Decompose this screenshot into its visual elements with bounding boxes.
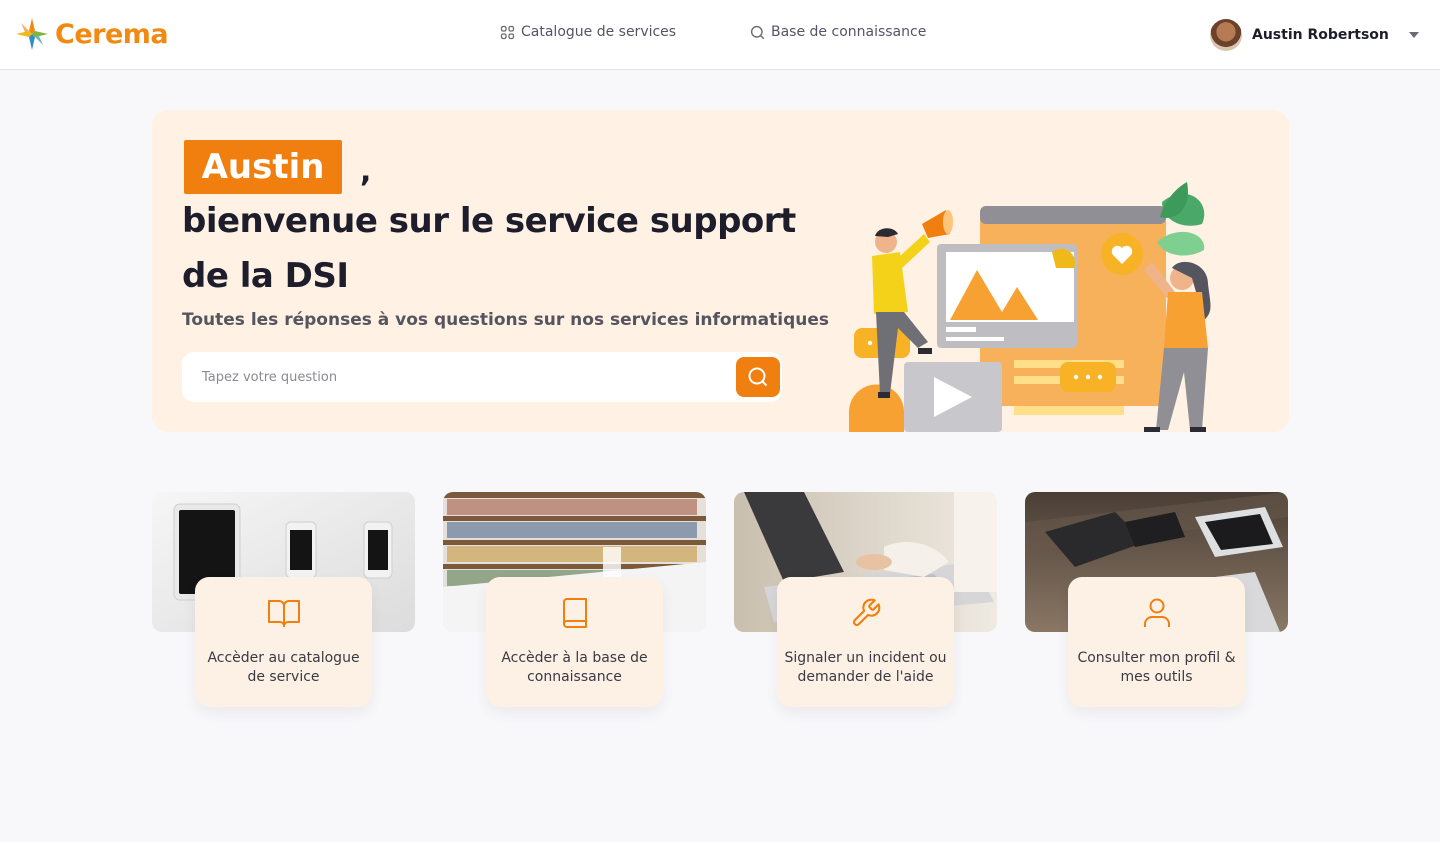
card-profile-label: Consulter mon profil & mes outils <box>1077 650 1236 685</box>
user-menu[interactable]: Austin Robertson <box>1210 19 1419 51</box>
search-input[interactable] <box>182 352 722 402</box>
hero-title: bienvenue sur le service support de la D… <box>182 201 796 296</box>
brand-logo[interactable]: Cerema <box>15 16 169 52</box>
cerema-logo-icon <box>15 17 49 51</box>
user-icon <box>1142 595 1172 631</box>
card-catalog-box[interactable]: Accèder au catalogue de service <box>195 577 372 707</box>
card-catalog-label: Accèder au catalogue de service <box>207 650 360 685</box>
card-profile-box[interactable]: Consulter mon profil & mes outils <box>1068 577 1245 707</box>
search-icon <box>748 367 768 387</box>
nav-knowledge-base-label: Base de connaissance <box>771 24 927 40</box>
hero-search-bar <box>182 352 782 402</box>
top-header: Cerema Catalogue de services Base de con… <box>0 0 1440 70</box>
user-name: Austin Robertson <box>1252 27 1389 43</box>
card-incident[interactable]: Signaler un incident ou demander de l'ai… <box>734 492 997 712</box>
book-icon <box>561 595 589 631</box>
avatar <box>1210 19 1242 51</box>
book-open-icon <box>267 595 301 631</box>
card-knowledge-base-box[interactable]: Accèder à la base de connaissance <box>486 577 663 707</box>
brand-name: Cerema <box>55 18 169 50</box>
card-incident-label: Signaler un incident ou demander de l'ai… <box>784 650 947 685</box>
welcome-hero: Austin , bienvenue sur le service suppor… <box>152 110 1289 432</box>
nav-catalog[interactable]: Catalogue de services <box>500 24 676 40</box>
card-knowledge-base[interactable]: Accèder à la base de connaissance <box>443 492 706 712</box>
card-profile[interactable]: Consulter mon profil & mes outils <box>1025 492 1288 712</box>
grid-icon <box>500 25 515 39</box>
support-illustration <box>849 182 1211 432</box>
name-comma: , <box>360 154 372 189</box>
chevron-down-icon[interactable] <box>1408 32 1419 38</box>
nav-catalog-label: Catalogue de services <box>521 24 677 40</box>
card-knowledge-base-label: Accèder à la base de connaissance <box>501 650 648 685</box>
hero-subtitle: Toutes les réponses à vos questions sur … <box>182 310 830 330</box>
user-first-name-badge: Austin <box>184 140 342 194</box>
card-incident-box[interactable]: Signaler un incident ou demander de l'ai… <box>777 577 954 707</box>
search-icon <box>750 25 765 39</box>
search-button[interactable] <box>736 357 780 397</box>
card-catalog[interactable]: Accèder au catalogue de service <box>152 492 415 712</box>
wrench-icon <box>850 595 882 631</box>
nav-knowledge-base[interactable]: Base de connaissance <box>750 24 926 40</box>
